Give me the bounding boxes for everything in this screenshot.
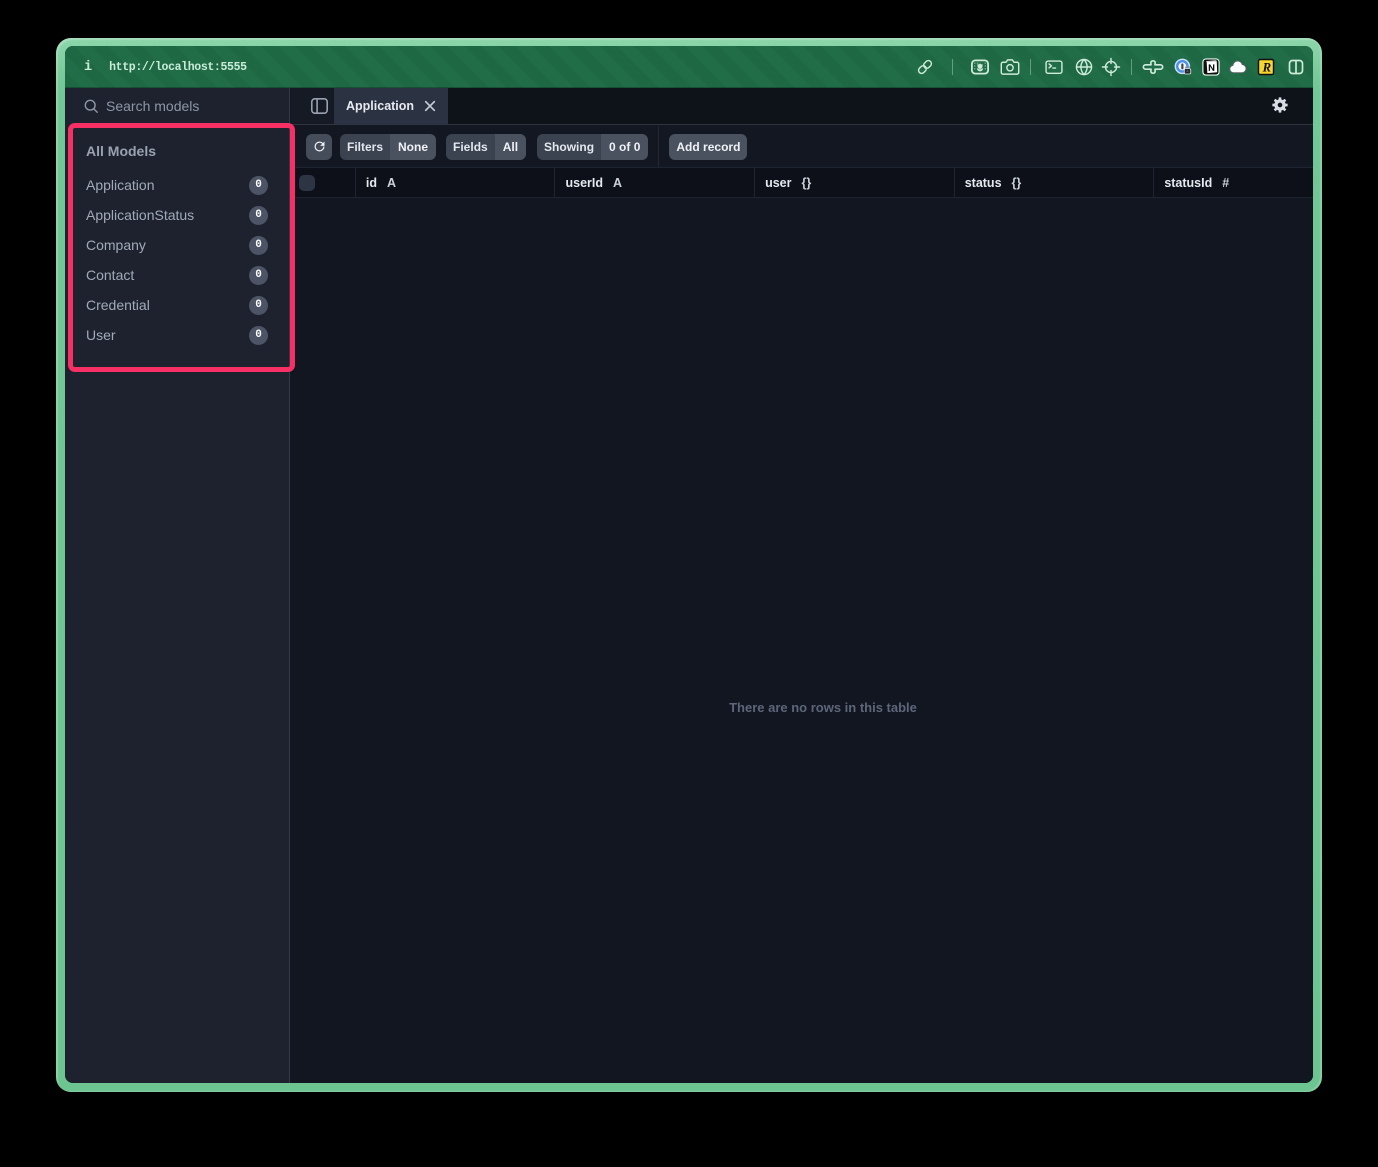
svg-text:R: R (1262, 60, 1271, 74)
